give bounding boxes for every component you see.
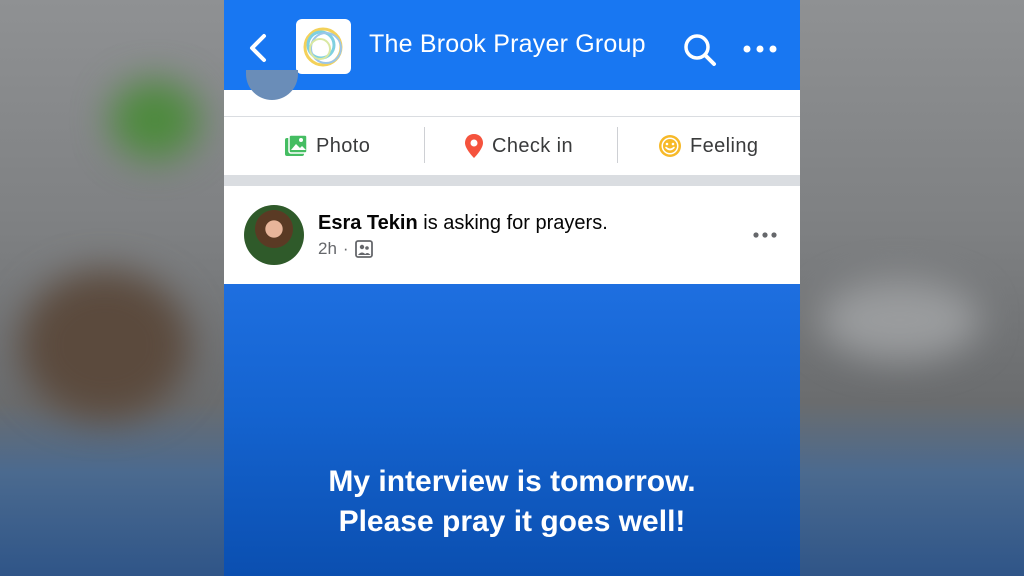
blur-blob	[110, 80, 200, 160]
meta-dot: ·	[342, 239, 349, 258]
more-horizontal-icon[interactable]	[742, 40, 778, 58]
composer-strip	[224, 70, 800, 117]
app-screen: The Brook Prayer Group Photo Check in Fe…	[224, 0, 800, 576]
blurred-background-right	[800, 0, 1024, 576]
photo-label: Photo	[316, 134, 371, 157]
post-author-line: Esra Tekin is asking for prayers.	[318, 212, 608, 235]
author-name[interactable]: Esra Tekin	[318, 212, 418, 234]
composer-actions: Photo Check in Feeling	[224, 117, 800, 175]
check-in-label: Check in	[492, 134, 574, 157]
post-background-card: My interview is tomorrow. Please pray it…	[224, 284, 800, 576]
divider	[424, 127, 425, 163]
chevron-left-icon[interactable]	[246, 33, 272, 63]
post-header: Esra Tekin is asking for prayers. 2h ·	[224, 186, 800, 284]
group-audience-icon	[354, 240, 373, 258]
group-logo[interactable]	[296, 19, 351, 74]
blur-blob	[20, 270, 190, 420]
post-time[interactable]: 2h	[318, 239, 337, 259]
post-text-line-2: Please pray it goes well!	[338, 505, 686, 538]
blur-blob	[820, 280, 980, 360]
section-separator	[224, 175, 800, 186]
post-text: My interview is tomorrow. Please pray it…	[224, 462, 800, 542]
post-meta: 2h ·	[318, 239, 373, 259]
smiley-icon	[659, 135, 681, 157]
blurred-background-left	[0, 0, 224, 576]
feeling-button[interactable]: Feeling	[658, 117, 758, 175]
location-pin-icon	[465, 134, 483, 158]
check-in-button[interactable]: Check in	[464, 117, 573, 175]
photo-button[interactable]: Photo	[284, 117, 370, 175]
group-title[interactable]: The Brook Prayer Group	[369, 30, 646, 59]
author-avatar[interactable]	[244, 205, 304, 265]
post-text-line-1: My interview is tomorrow.	[328, 465, 696, 498]
divider	[617, 127, 618, 163]
photo-icon	[285, 134, 308, 156]
avatar	[246, 70, 298, 100]
group-header-bar: The Brook Prayer Group	[224, 0, 800, 90]
feeling-label: Feeling	[690, 134, 759, 157]
post-action-text: is asking for prayers.	[417, 212, 608, 234]
search-icon[interactable]	[682, 32, 718, 68]
more-horizontal-icon[interactable]	[752, 230, 778, 240]
